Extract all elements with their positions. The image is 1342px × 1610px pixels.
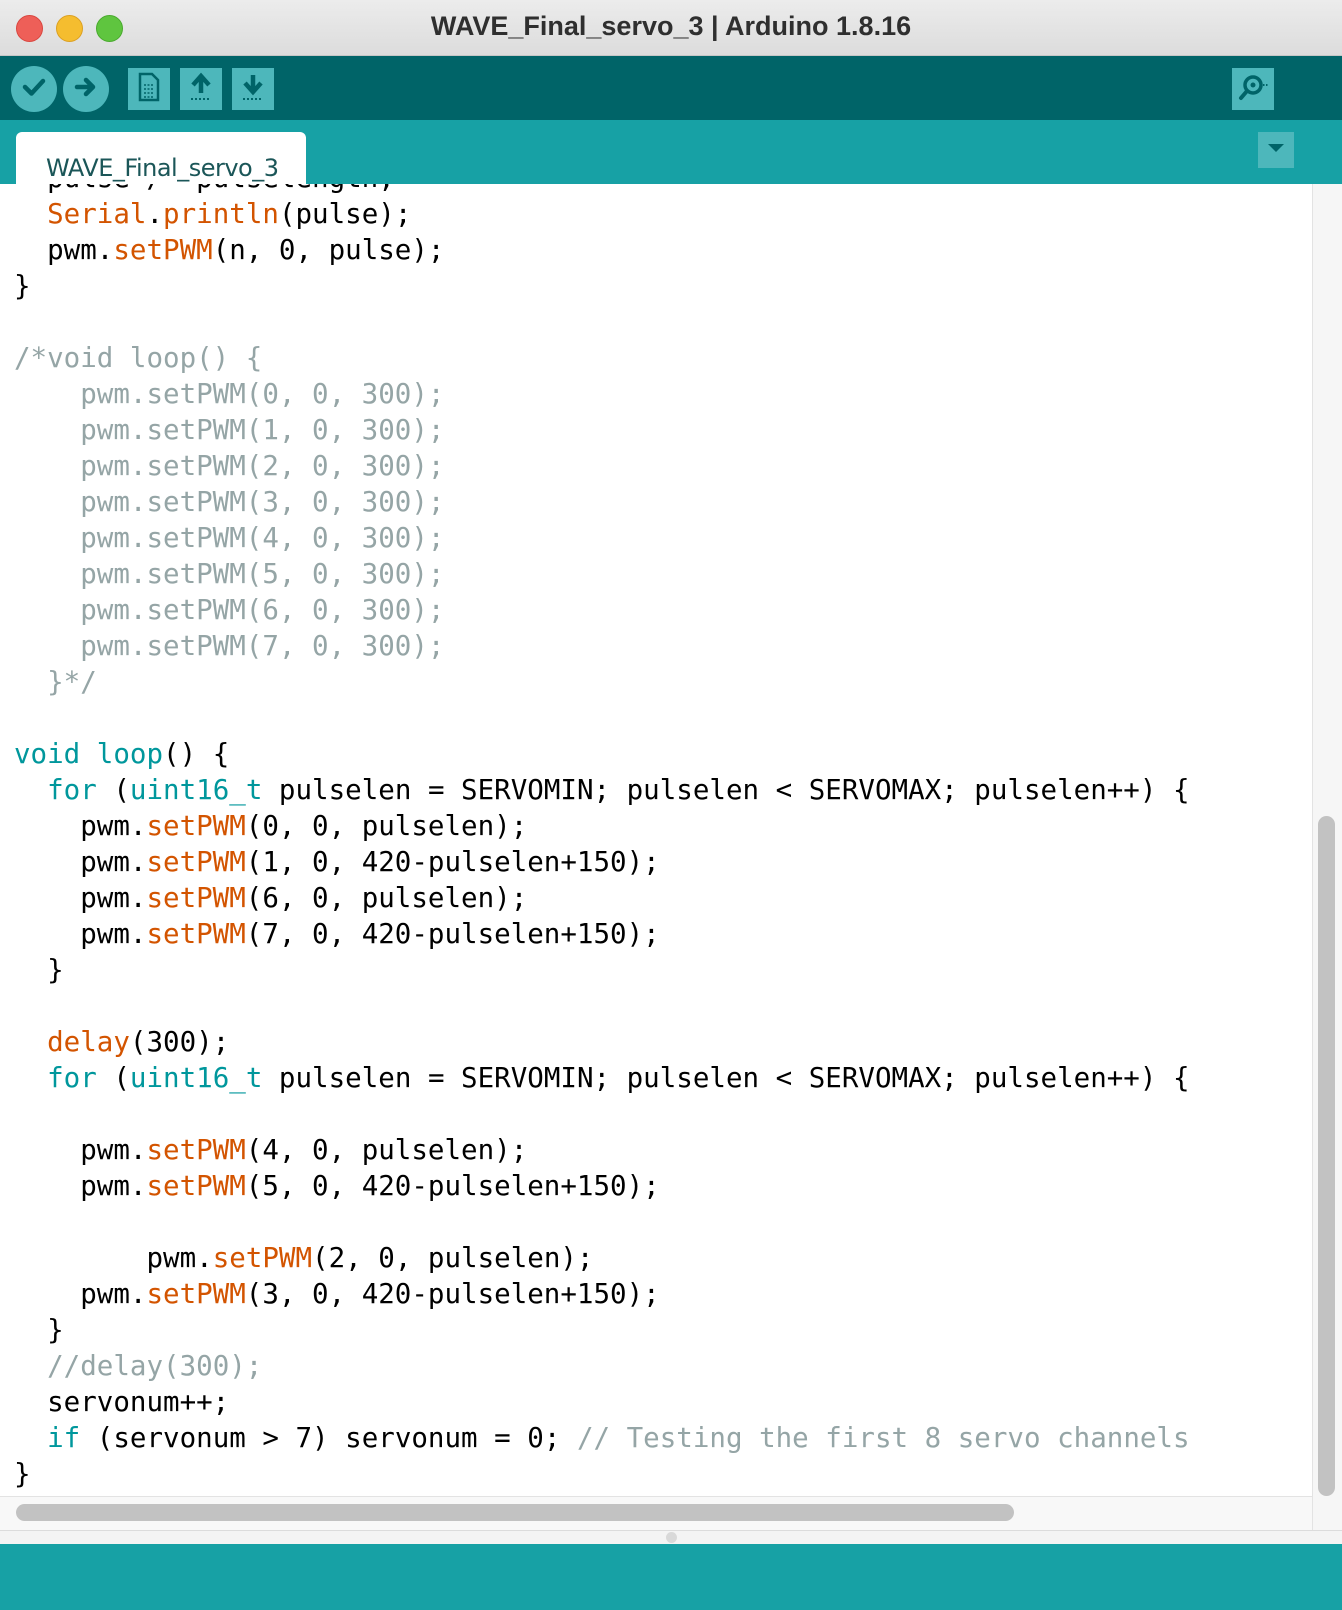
- code-line[interactable]: pwm.setPWM(7, 0, 420-pulselen+150);: [14, 916, 1190, 952]
- checkmark-icon: [19, 72, 49, 107]
- code-line[interactable]: delay(300);: [14, 1024, 1190, 1060]
- tab-wave-final-servo-3[interactable]: WAVE_Final_servo_3: [16, 132, 306, 192]
- code-line[interactable]: pwm.setPWM(n, 0, pulse);: [14, 232, 1190, 268]
- new-sketch-button[interactable]: [128, 68, 170, 110]
- code-line[interactable]: pwm.setPWM(7, 0, 300);: [14, 628, 1190, 664]
- tab-menu-button[interactable]: [1258, 132, 1294, 168]
- code-line[interactable]: pwm.setPWM(6, 0, 300);: [14, 592, 1190, 628]
- save-sketch-button[interactable]: [232, 68, 274, 110]
- horizontal-scrollbar-thumb[interactable]: [16, 1504, 1014, 1521]
- code-line[interactable]: pwm.setPWM(2, 0, 300);: [14, 448, 1190, 484]
- arrow-right-icon: [71, 72, 101, 107]
- code-line[interactable]: pwm.setPWM(2, 0, pulselen);: [14, 1240, 1190, 1276]
- code-line[interactable]: pwm.setPWM(3, 0, 420-pulselen+150);: [14, 1276, 1190, 1312]
- code-line[interactable]: }: [14, 952, 1190, 988]
- code-line[interactable]: Serial.println(pulse);: [14, 196, 1190, 232]
- code-line[interactable]: pwm.setPWM(1, 0, 300);: [14, 412, 1190, 448]
- code-line[interactable]: pwm.setPWM(4, 0, pulselen);: [14, 1132, 1190, 1168]
- vertical-scrollbar-thumb[interactable]: [1318, 816, 1335, 1496]
- arrow-up-icon: [186, 71, 216, 108]
- code-line[interactable]: pwm.setPWM(3, 0, 300);: [14, 484, 1190, 520]
- document-icon: [136, 72, 162, 107]
- status-bar: [0, 1544, 1342, 1610]
- code-line[interactable]: pwm.setPWM(0, 0, 300);: [14, 376, 1190, 412]
- code-line[interactable]: servonum++;: [14, 1384, 1190, 1420]
- code-line[interactable]: //delay(300);: [14, 1348, 1190, 1384]
- code-area[interactable]: pulse /= pulselength; Serial.println(pul…: [14, 184, 1190, 1492]
- code-line[interactable]: [14, 988, 1190, 1024]
- code-line[interactable]: }: [14, 268, 1190, 304]
- open-sketch-button[interactable]: [180, 68, 222, 110]
- code-line[interactable]: /*void loop() {: [14, 340, 1190, 376]
- code-line[interactable]: pwm.setPWM(5, 0, 420-pulselen+150);: [14, 1168, 1190, 1204]
- code-line[interactable]: pwm.setPWM(0, 0, pulselen);: [14, 808, 1190, 844]
- toolbar: [0, 56, 1342, 120]
- tab-label: WAVE_Final_servo_3: [46, 154, 279, 182]
- code-line[interactable]: [14, 1204, 1190, 1240]
- code-line[interactable]: pulse /= pulselength;: [14, 184, 1190, 196]
- code-line[interactable]: }: [14, 1312, 1190, 1348]
- title-bar[interactable]: WAVE_Final_servo_3 | Arduino 1.8.16: [0, 0, 1342, 56]
- code-line[interactable]: pwm.setPWM(4, 0, 300);: [14, 520, 1190, 556]
- code-line[interactable]: [14, 700, 1190, 736]
- splitter-handle[interactable]: [666, 1532, 677, 1543]
- code-line[interactable]: pwm.setPWM(6, 0, pulselen);: [14, 880, 1190, 916]
- code-line[interactable]: void loop() {: [14, 736, 1190, 772]
- serial-monitor-button[interactable]: [1232, 68, 1274, 110]
- code-line[interactable]: for (uint16_t pulselen = SERVOMIN; pulse…: [14, 1060, 1189, 1096]
- code-line[interactable]: }: [14, 1456, 1190, 1492]
- verify-button[interactable]: [11, 66, 57, 112]
- upload-button[interactable]: [63, 66, 109, 112]
- code-line[interactable]: for (uint16_t pulselen = SERVOMIN; pulse…: [14, 772, 1189, 808]
- arrow-down-icon: [238, 71, 268, 108]
- chevron-down-icon: [1266, 141, 1286, 159]
- arduino-ide-window: WAVE_Final_servo_3 | Arduino 1.8.16 WAVE…: [0, 0, 1342, 1610]
- code-line[interactable]: }*/: [14, 664, 1190, 700]
- code-editor[interactable]: pulse /= pulselength; Serial.println(pul…: [0, 184, 1342, 1544]
- code-line[interactable]: pwm.setPWM(5, 0, 300);: [14, 556, 1190, 592]
- code-line[interactable]: if (servonum > 7) servonum = 0; // Testi…: [14, 1420, 1189, 1456]
- code-line[interactable]: [14, 304, 1190, 340]
- tab-bar: WAVE_Final_servo_3: [0, 120, 1342, 192]
- code-line[interactable]: pwm.setPWM(1, 0, 420-pulselen+150);: [14, 844, 1190, 880]
- window-title: WAVE_Final_servo_3 | Arduino 1.8.16: [430, 11, 912, 41]
- code-line[interactable]: [14, 1096, 1190, 1132]
- magnifier-icon: [1236, 71, 1270, 108]
